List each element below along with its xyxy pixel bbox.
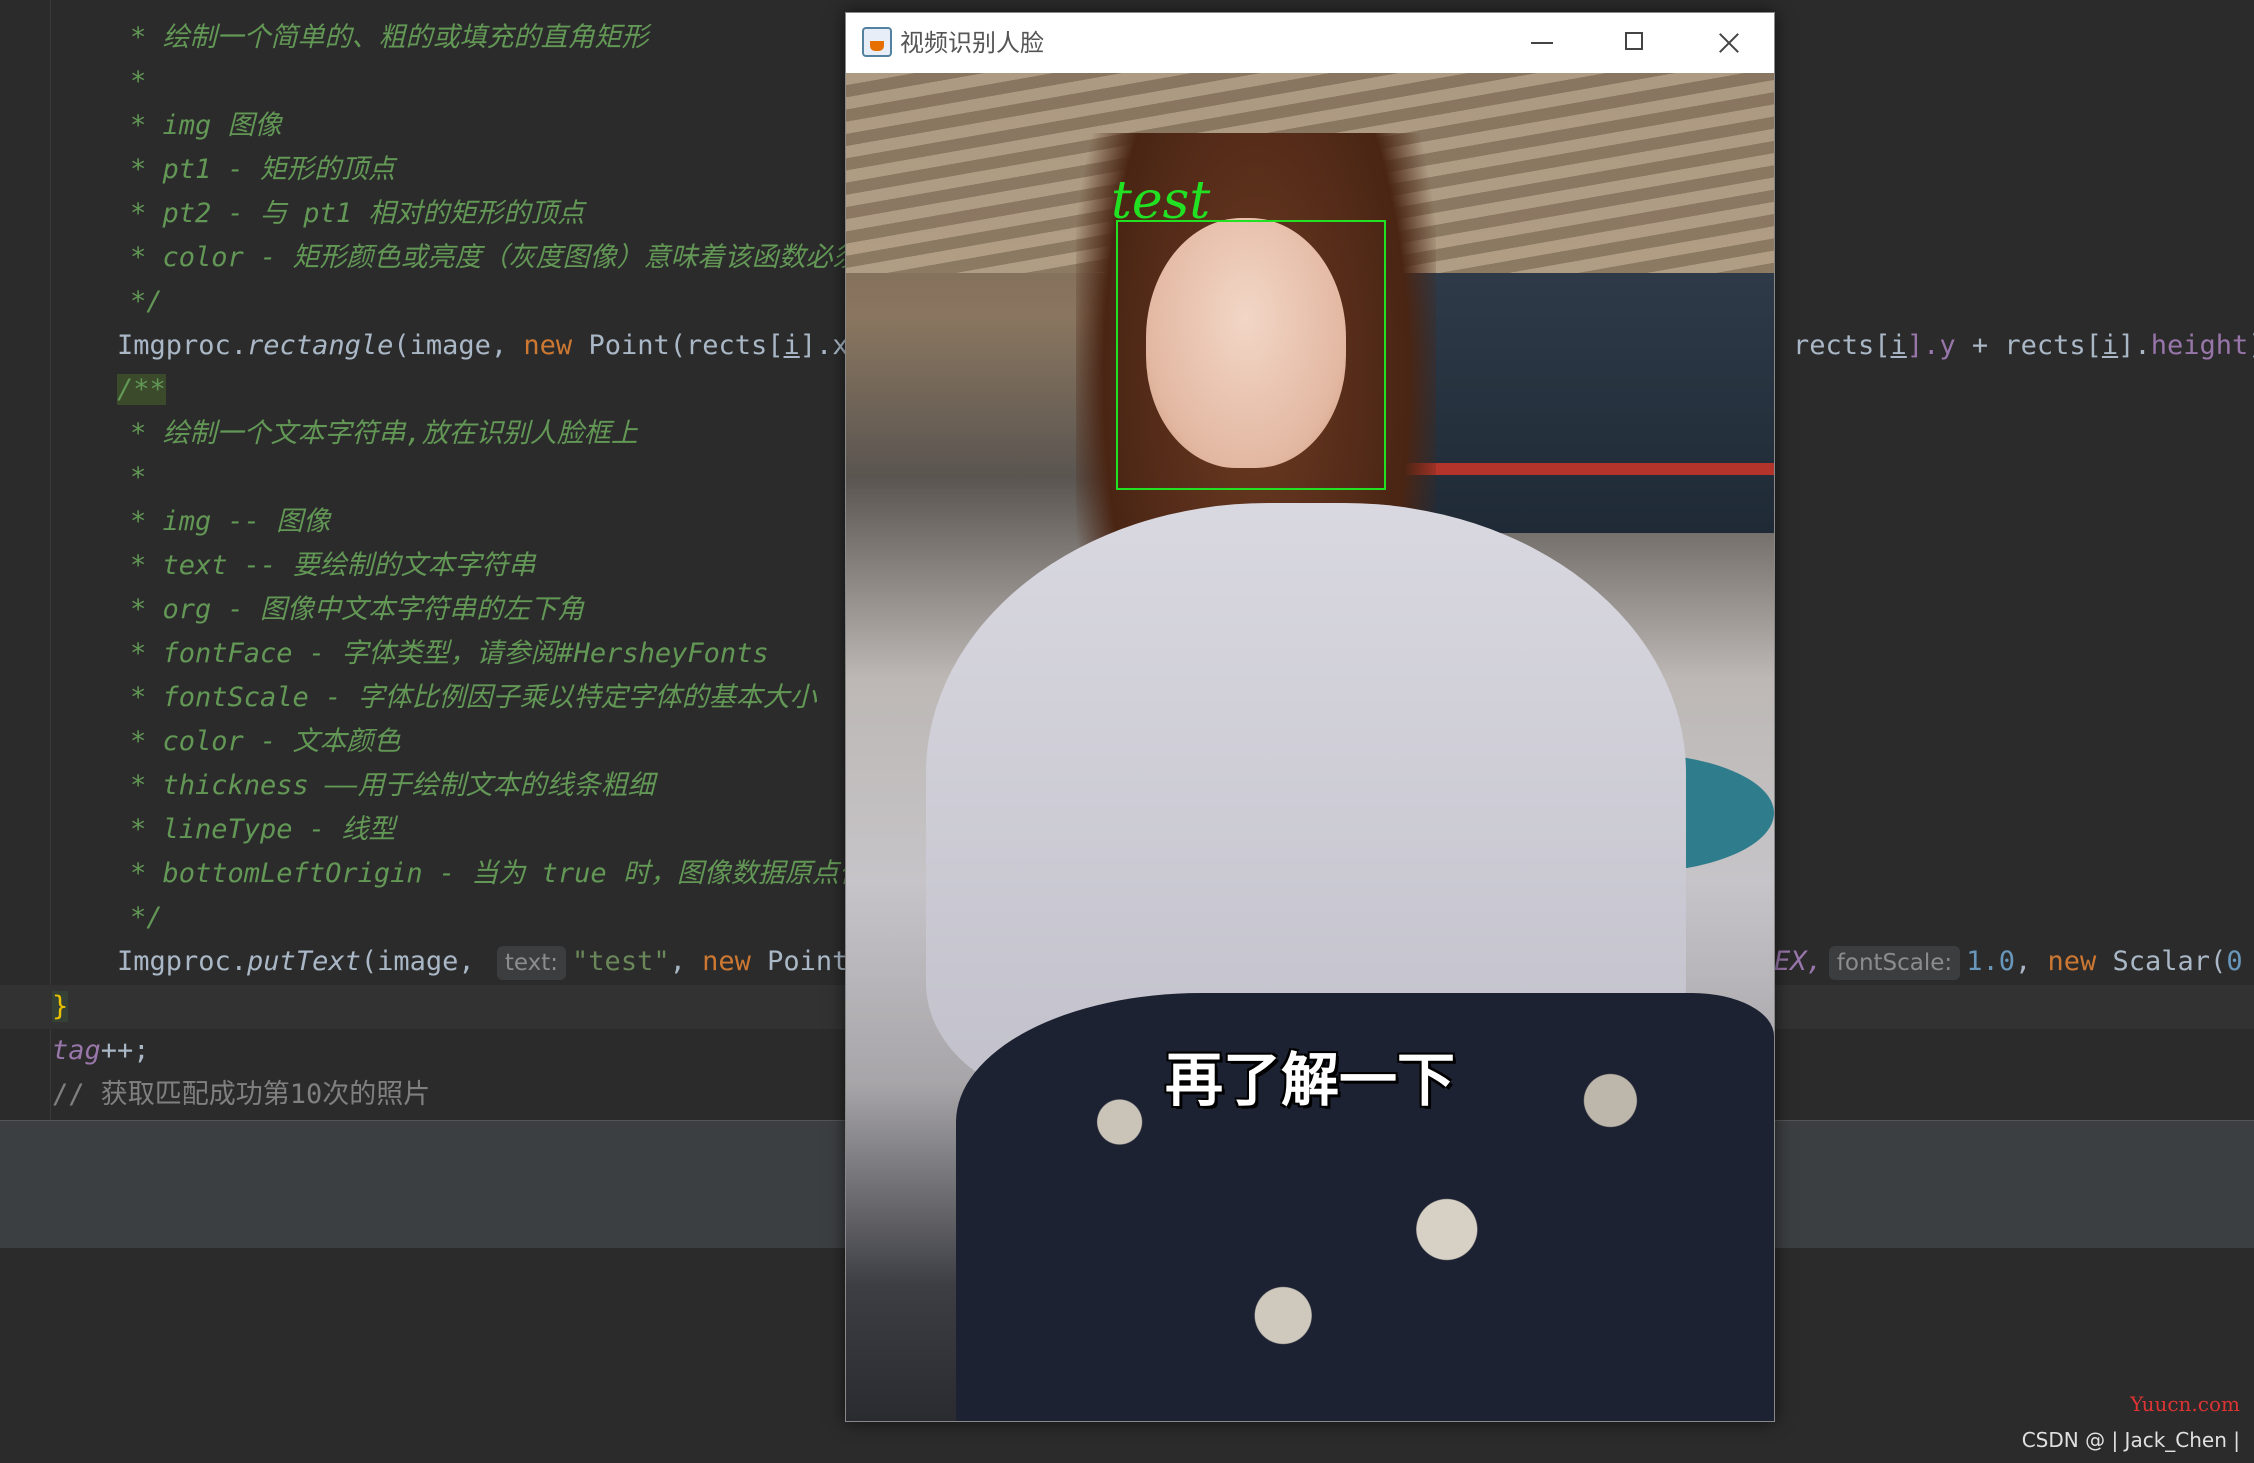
code-token: new [523,330,573,361]
doc-line: * text -- 要绘制的文本字符串 [130,550,536,581]
rectangle-call-line: Imgproc.rectangle(image, new Point(rects… [117,324,865,368]
code-token: i [783,330,800,361]
doc-line: * lineType - 线型 [130,814,396,845]
maximize-button[interactable] [1590,13,1680,73]
code-token: ) [2248,330,2254,361]
tag-increment-line: tag++; [52,1029,150,1073]
doc-line: * thickness ——用于绘制文本的线条粗细 [130,770,655,801]
doc-line: * img 图像 [130,110,282,141]
code-token: new [2047,946,2097,977]
doc-line: * bottomLeftOrigin - 当为 true 时，图像数据原点位 [130,858,866,889]
parameter-hint: text: [496,946,567,980]
code-token: ]. [2118,330,2151,361]
face-detection-label: test [1111,171,1211,231]
doc-line: * fontScale - 字体比例因子乘以特定字体的基本大小 [130,682,817,713]
code-token: Imgproc. [117,330,248,361]
minimize-icon [1531,42,1553,44]
doc-line: * [130,66,147,97]
code-token: putText [247,946,361,977]
doc-line: */ [130,902,163,933]
code-token: i [2101,330,2119,361]
scene-glass-wall [1386,273,1774,533]
code-token: EX, [1774,946,1823,977]
java-cup-icon [862,27,892,57]
doc-line: * pt2 - 与 pt1 相对的矩形的顶点 [130,198,585,229]
code-token: rectangle [247,330,394,361]
credit-text: CSDN @ | Jack_Chen | [2021,1428,2240,1452]
closing-brace-line: } [52,985,69,1029]
window-title: 视频识别人脸 [900,29,1044,57]
doc-line: * 绘制一个简单的、粗的或填充的直角矩形 [130,22,649,53]
video-frame: test 再了解一下 [846,73,1774,1421]
parameter-hint: fontScale: [1828,946,1961,980]
code-token: Imgproc. [117,946,248,977]
code-token: height [2150,330,2249,361]
doc-line: * [130,462,147,493]
code-token: /** [117,374,166,405]
minimize-button[interactable] [1498,13,1588,73]
watermark: Yuucn.com [2130,1392,2240,1416]
code-token: 1.0 [1966,946,2015,977]
doc-line: */ [130,286,163,317]
face-detection-box [1116,220,1386,490]
code-token: (image, [393,330,524,361]
editor-gutter [50,0,51,1120]
code-token: , [2014,946,2048,977]
video-subtitle: 再了解一下 [1164,1046,1455,1114]
code-token: , [669,946,703,977]
close-button[interactable] [1682,13,1772,73]
code-token: tag [52,1035,101,1066]
window-titlebar[interactable]: 视频识别人脸 [846,13,1774,73]
code-token: ].y [1906,330,1956,361]
code-token: new [702,946,751,977]
puttext-call-line-right: EX, fontScale: 1.0, new Scalar(0 [1774,940,2243,984]
doc-line: * fontFace - 字体类型，请参阅#HersheyFonts [130,638,769,669]
maximize-icon [1625,32,1643,50]
doc-open-line: /** [117,368,166,412]
doc-line: * org - 图像中文本字符串的左下角 [130,594,585,625]
doc-line: * img -- 图像 [130,506,331,537]
code-token: } [52,991,69,1022]
doc-line: * color - 文本颜色 [130,726,401,757]
code-token: "test" [572,946,670,977]
code-token: rects[ [1793,330,1891,361]
code-token: Scalar( [2096,946,2227,977]
code-token: Point(rects[ [572,330,784,361]
code-token: (image, [360,946,491,977]
rectangle-call-line-right: rects[i].y + rects[i].height) [1793,324,2254,368]
code-token: i [1890,330,1907,361]
code-token: ++; [100,1035,150,1066]
doc-line: * color - 矩形颜色或亮度（灰度图像）意味着该函数必须 [130,242,860,273]
code-token: + rects[ [1955,330,2102,361]
doc-line: * 绘制一个文本字符串,放在识别人脸框上 [130,418,638,449]
doc-line: * pt1 - 矩形的顶点 [130,154,396,185]
face-detection-window[interactable]: 视频识别人脸 test 再了解一下 [845,12,1775,1422]
puttext-call-line: Imgproc.putText(image, text: "test", new … [117,940,865,984]
cut-off-line: if (tag == 3) { [52,1111,296,1120]
code-token: 0 [2226,946,2243,977]
